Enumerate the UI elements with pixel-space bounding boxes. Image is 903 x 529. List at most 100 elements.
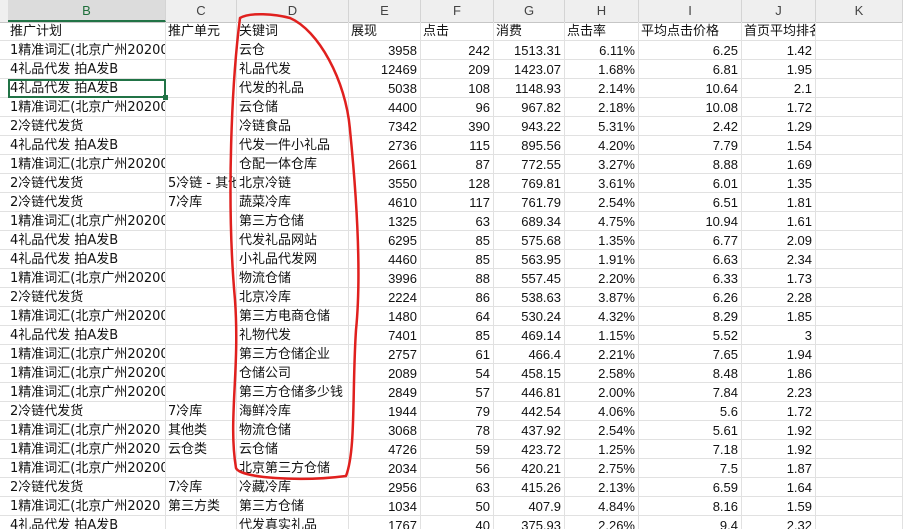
cell-d[interactable]: 蔬菜冷库 [237, 193, 349, 212]
cell-e[interactable]: 6295 [349, 231, 421, 250]
cell-h[interactable]: 2.13% [565, 478, 639, 497]
row-number-sliver[interactable] [0, 117, 8, 136]
row-number-sliver[interactable] [0, 212, 8, 231]
cell-h[interactable]: 2.58% [565, 364, 639, 383]
cell-e[interactable]: 3550 [349, 174, 421, 193]
cell-d[interactable]: 第三方电商仓储 [237, 307, 349, 326]
cell-e[interactable]: 2089 [349, 364, 421, 383]
row-number-sliver[interactable] [0, 516, 8, 529]
cell-c[interactable] [166, 345, 237, 364]
cell-b[interactable]: 4礼品代发 拍A发B [8, 136, 166, 155]
cell-f[interactable]: 59 [421, 440, 494, 459]
cell-g[interactable]: 469.14 [494, 326, 565, 345]
cell-c[interactable]: 5冷链 - 其他 [166, 174, 237, 193]
cell-c[interactable] [166, 117, 237, 136]
cell-k[interactable] [816, 459, 903, 478]
cell-c[interactable] [166, 516, 237, 529]
cell-j[interactable]: 1.85 [742, 307, 816, 326]
cell-g[interactable]: 575.68 [494, 231, 565, 250]
cell-h[interactable]: 2.00% [565, 383, 639, 402]
header-cell-i[interactable]: 平均点击价格 [639, 22, 742, 41]
cell-b[interactable]: 4礼品代发 拍A发B [8, 516, 166, 529]
cell-g[interactable]: 1148.93 [494, 79, 565, 98]
cell-c[interactable] [166, 288, 237, 307]
row-number-sliver[interactable] [0, 41, 8, 60]
cell-e[interactable]: 2661 [349, 155, 421, 174]
cell-k[interactable] [816, 60, 903, 79]
cell-f[interactable]: 79 [421, 402, 494, 421]
cell-i[interactable]: 5.52 [639, 326, 742, 345]
cell-f[interactable]: 115 [421, 136, 494, 155]
cell-f[interactable]: 88 [421, 269, 494, 288]
header-cell-f[interactable]: 点击 [421, 22, 494, 41]
cell-g[interactable]: 563.95 [494, 250, 565, 269]
cell-d[interactable]: 第三方仓储 [237, 212, 349, 231]
cell-j[interactable]: 1.69 [742, 155, 816, 174]
cell-h[interactable]: 4.84% [565, 497, 639, 516]
cell-f[interactable]: 128 [421, 174, 494, 193]
cell-d[interactable]: 代发真实礼品 [237, 516, 349, 529]
row-number-sliver[interactable] [0, 364, 8, 383]
column-header-f[interactable]: F [421, 0, 494, 22]
cell-c[interactable] [166, 41, 237, 60]
cell-g[interactable]: 689.34 [494, 212, 565, 231]
cell-f[interactable]: 63 [421, 478, 494, 497]
row-number-sliver[interactable] [0, 288, 8, 307]
cell-h[interactable]: 2.54% [565, 421, 639, 440]
cell-f[interactable]: 86 [421, 288, 494, 307]
cell-b[interactable]: 1精准词汇(北京广州20200314) [8, 364, 166, 383]
cell-c[interactable]: 其他类 [166, 421, 237, 440]
cell-b[interactable]: 2冷链代发货 [8, 478, 166, 497]
cell-k[interactable] [816, 136, 903, 155]
cell-i[interactable]: 6.51 [639, 193, 742, 212]
cell-b[interactable]: 1精准词汇(北京广州20200314) [8, 41, 166, 60]
column-header-e[interactable]: E [349, 0, 421, 22]
cell-g[interactable]: 375.93 [494, 516, 565, 529]
cell-d[interactable]: 第三方仓储企业 [237, 345, 349, 364]
cell-g[interactable]: 437.92 [494, 421, 565, 440]
cell-j[interactable]: 2.34 [742, 250, 816, 269]
cell-h[interactable]: 1.25% [565, 440, 639, 459]
cell-k[interactable] [816, 345, 903, 364]
cell-j[interactable]: 1.72 [742, 98, 816, 117]
cell-h[interactable]: 3.61% [565, 174, 639, 193]
column-header-g[interactable]: G [494, 0, 565, 22]
cell-b[interactable]: 1精准词汇(北京广州20200314) [8, 98, 166, 117]
cell-d[interactable]: 第三方仓储 [237, 497, 349, 516]
cell-j[interactable]: 2.28 [742, 288, 816, 307]
cell-g[interactable]: 769.81 [494, 174, 565, 193]
cell-e[interactable]: 2757 [349, 345, 421, 364]
cell-j[interactable]: 2.1 [742, 79, 816, 98]
row-number-sliver[interactable] [0, 440, 8, 459]
cell-b[interactable]: 1精准词汇(北京广州20200314) [8, 383, 166, 402]
cell-i[interactable]: 8.88 [639, 155, 742, 174]
cell-g[interactable]: 442.54 [494, 402, 565, 421]
row-number-sliver[interactable] [0, 155, 8, 174]
cell-d[interactable]: 物流仓储 [237, 421, 349, 440]
row-number-sliver[interactable] [0, 478, 8, 497]
cell-d[interactable]: 云仓储 [237, 98, 349, 117]
cell-c[interactable]: 第三方类 [166, 497, 237, 516]
cell-f[interactable]: 85 [421, 250, 494, 269]
cell-e[interactable]: 5038 [349, 79, 421, 98]
cell-e[interactable]: 3068 [349, 421, 421, 440]
cell-e[interactable]: 1767 [349, 516, 421, 529]
cell-j[interactable]: 1.35 [742, 174, 816, 193]
cell-b[interactable]: 1精准词汇(北京广州20200314) [8, 307, 166, 326]
cell-d[interactable]: 北京第三方仓储 [237, 459, 349, 478]
cell-k[interactable] [816, 288, 903, 307]
cell-f[interactable]: 96 [421, 98, 494, 117]
cell-f[interactable]: 85 [421, 231, 494, 250]
cell-b[interactable]: 4礼品代发 拍A发B [8, 250, 166, 269]
cell-g[interactable]: 557.45 [494, 269, 565, 288]
cell-j[interactable]: 1.59 [742, 497, 816, 516]
row-number-sliver[interactable] [0, 383, 8, 402]
cell-h[interactable]: 2.20% [565, 269, 639, 288]
cell-d[interactable]: 仓储公司 [237, 364, 349, 383]
cell-f[interactable]: 40 [421, 516, 494, 529]
cell-g[interactable]: 415.26 [494, 478, 565, 497]
cell-h[interactable]: 2.26% [565, 516, 639, 529]
cell-k[interactable] [816, 516, 903, 529]
column-header-b[interactable]: B [8, 0, 166, 22]
column-header-j[interactable]: J [742, 0, 816, 22]
